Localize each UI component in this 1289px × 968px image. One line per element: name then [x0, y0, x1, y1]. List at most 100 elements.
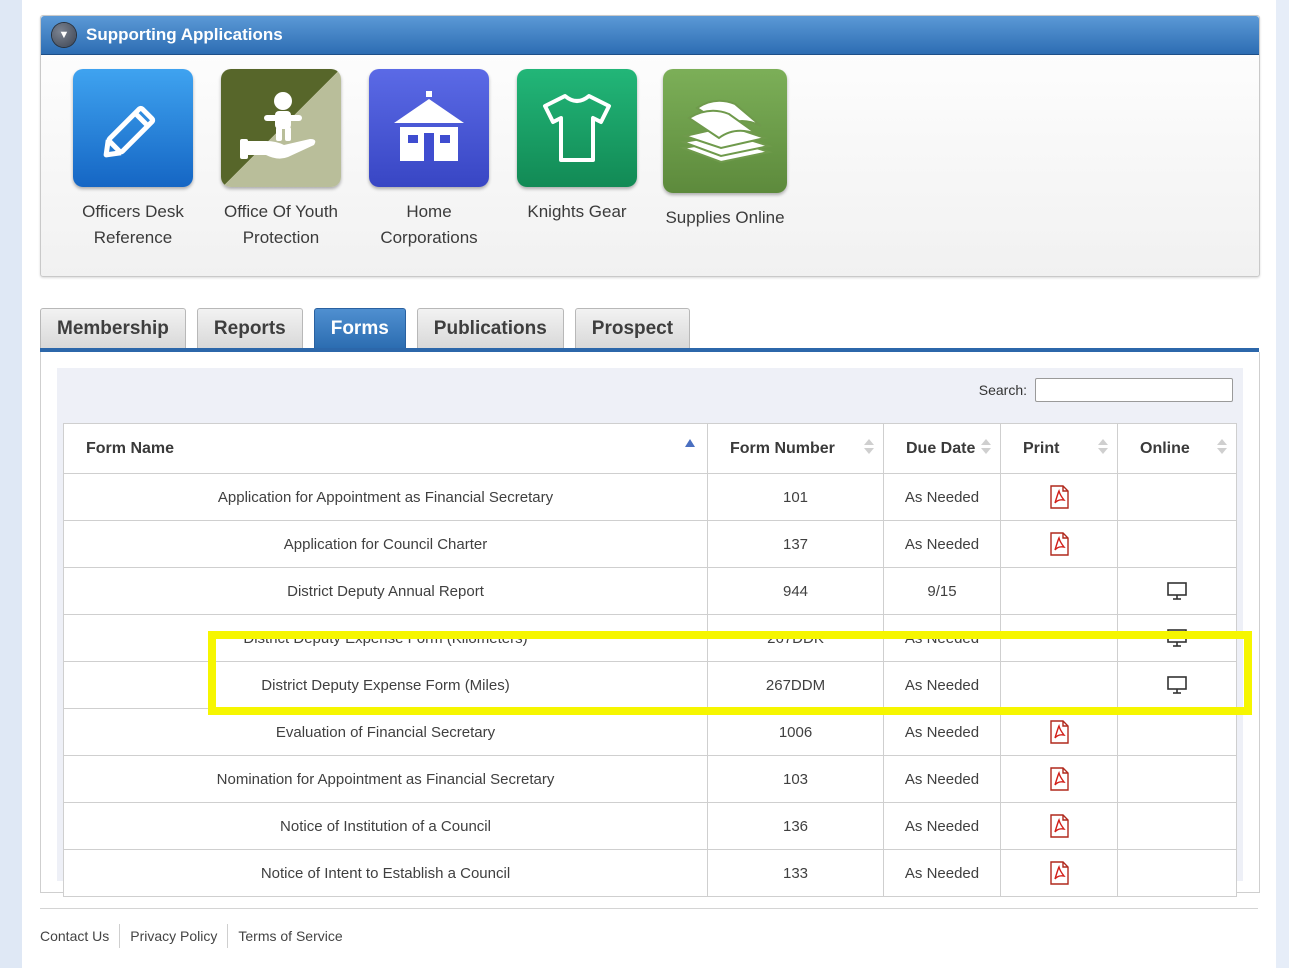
app-label: Home Corporations [380, 202, 478, 247]
app-office-of-youth-protection[interactable]: Office Of Youth Protection [207, 69, 355, 251]
table-row[interactable]: District Deputy Expense Form (Miles) 267D… [63, 661, 1237, 709]
table-row[interactable]: Application for Appointment as Financial… [63, 473, 1237, 521]
print-cell [1000, 755, 1118, 803]
online-form-icon[interactable] [1166, 674, 1188, 696]
app-home-corporations[interactable]: Home Corporations [355, 69, 503, 251]
tab-membership[interactable]: Membership [40, 308, 186, 349]
print-cell [1000, 849, 1118, 897]
app-supplies-online[interactable]: Supplies Online [651, 69, 799, 251]
form-name-cell: Evaluation of Financial Secretary [63, 708, 708, 756]
online-cell [1117, 849, 1237, 897]
tab-publications[interactable]: Publications [416, 308, 564, 349]
panel-title: Supporting Applications [86, 25, 283, 44]
sort-ascending-icon [685, 439, 695, 447]
footer-divider [40, 908, 1258, 909]
online-form-icon[interactable] [1166, 580, 1188, 602]
form-name-cell: Application for Council Charter [63, 520, 708, 568]
form-name-cell: District Deputy Expense Form (Miles) [63, 661, 708, 709]
house-icon[interactable] [369, 69, 489, 187]
sort-icon [1217, 439, 1227, 457]
form-name-cell: Notice of Institution of a Council [63, 802, 708, 850]
table-row[interactable]: District Deputy Annual Report 944 9/15 [63, 567, 1237, 615]
footer: Contact Us Privacy Policy Terms of Servi… [40, 924, 353, 948]
app-label: Knights Gear [527, 202, 627, 221]
pdf-icon[interactable] [1048, 532, 1070, 556]
online-form-icon[interactable] [1166, 627, 1188, 649]
page: ▼ Supporting Applications Officers Desk … [22, 0, 1276, 968]
tshirt-icon[interactable] [517, 69, 637, 187]
app-label: Office Of Youth Protection [223, 202, 339, 247]
column-header-online[interactable]: Online [1117, 423, 1237, 474]
app-officers-desk-reference[interactable]: Officers Desk Reference [59, 69, 207, 251]
sort-icon [981, 439, 991, 457]
due-date-cell: As Needed [883, 520, 1001, 568]
app-label: Officers Desk Reference [82, 202, 184, 247]
app-list: Officers Desk Reference Office Of Youth [41, 55, 1259, 251]
pdf-icon[interactable] [1048, 767, 1070, 791]
table-body: Application for Appointment as Financial… [63, 473, 1237, 897]
pdf-icon[interactable] [1048, 720, 1070, 744]
form-number-cell: 133 [707, 849, 884, 897]
pdf-icon[interactable] [1048, 485, 1070, 509]
form-number-cell: 101 [707, 473, 884, 521]
column-header-due-date[interactable]: Due Date [883, 423, 1001, 474]
table-row[interactable]: Application for Council Charter 137 As Nee… [63, 520, 1237, 568]
tab-bar: Membership Reports Forms Publications Pr… [40, 308, 691, 349]
due-date-cell: As Needed [883, 708, 1001, 756]
column-header-print[interactable]: Print [1000, 423, 1118, 474]
forms-table: Form Name Form Number Due Date Print Onl… [63, 423, 1237, 897]
app-knights-gear[interactable]: Knights Gear [503, 69, 651, 251]
online-cell [1117, 802, 1237, 850]
column-header-form-name[interactable]: Form Name [63, 423, 708, 474]
table-row[interactable]: Evaluation of Financial Secretary 1006 As … [63, 708, 1237, 756]
print-cell [1000, 708, 1118, 756]
table-row[interactable]: District Deputy Expense Form (Kilometers… [63, 614, 1237, 662]
print-cell [1000, 567, 1118, 615]
form-number-cell: 137 [707, 520, 884, 568]
column-header-form-number[interactable]: Form Number [707, 423, 884, 474]
online-cell [1117, 755, 1237, 803]
form-name-cell: Notice of Intent to Establish a Council [63, 849, 708, 897]
terms-of-service-link[interactable]: Terms of Service [228, 924, 352, 948]
due-date-cell: As Needed [883, 614, 1001, 662]
due-date-cell: As Needed [883, 849, 1001, 897]
contact-us-link[interactable]: Contact Us [40, 924, 121, 948]
print-cell [1000, 661, 1118, 709]
pdf-icon[interactable] [1048, 861, 1070, 885]
tab-prospect[interactable]: Prospect [574, 308, 691, 349]
due-date-cell: As Needed [883, 473, 1001, 521]
due-date-cell: As Needed [883, 802, 1001, 850]
privacy-policy-link[interactable]: Privacy Policy [120, 924, 229, 948]
print-cell [1000, 520, 1118, 568]
panel-header[interactable]: ▼ Supporting Applications [41, 16, 1259, 55]
due-date-cell: As Needed [883, 755, 1001, 803]
pdf-icon[interactable] [1048, 814, 1070, 838]
form-name-cell: Nomination for Appointment as Financial … [63, 755, 708, 803]
search-input[interactable] [1035, 378, 1233, 402]
supporting-applications-panel: ▼ Supporting Applications Officers Desk … [40, 15, 1260, 277]
form-number-cell: 1006 [707, 708, 884, 756]
table-row[interactable]: Nomination for Appointment as Financial … [63, 755, 1237, 803]
app-label: Supplies Online [665, 208, 785, 227]
table-header-row: Form Name Form Number Due Date Print Onl… [63, 423, 1237, 474]
online-cell [1117, 661, 1237, 709]
sort-icon [864, 439, 874, 457]
form-name-cell: District Deputy Annual Report [63, 567, 708, 615]
table-row[interactable]: Notice of Institution of a Council 136 As … [63, 802, 1237, 850]
due-date-cell: 9/15 [883, 567, 1001, 615]
form-number-cell: 267DDM [707, 661, 884, 709]
youth-protection-icon[interactable] [221, 69, 341, 187]
tab-reports[interactable]: Reports [196, 308, 303, 349]
pencil-icon[interactable] [73, 69, 193, 187]
form-number-cell: 103 [707, 755, 884, 803]
window-edge [1276, 0, 1289, 968]
tab-forms[interactable]: Forms [313, 308, 406, 349]
search-label: Search: [978, 382, 1027, 398]
sort-icon [1098, 439, 1108, 457]
table-row[interactable]: Notice of Intent to Establish a Council 1… [63, 849, 1237, 897]
collapse-icon[interactable]: ▼ [52, 23, 76, 47]
search-box: Search: [979, 378, 1233, 402]
paper-stack-icon[interactable] [663, 69, 787, 193]
due-date-cell: As Needed [883, 661, 1001, 709]
form-number-cell: 136 [707, 802, 884, 850]
